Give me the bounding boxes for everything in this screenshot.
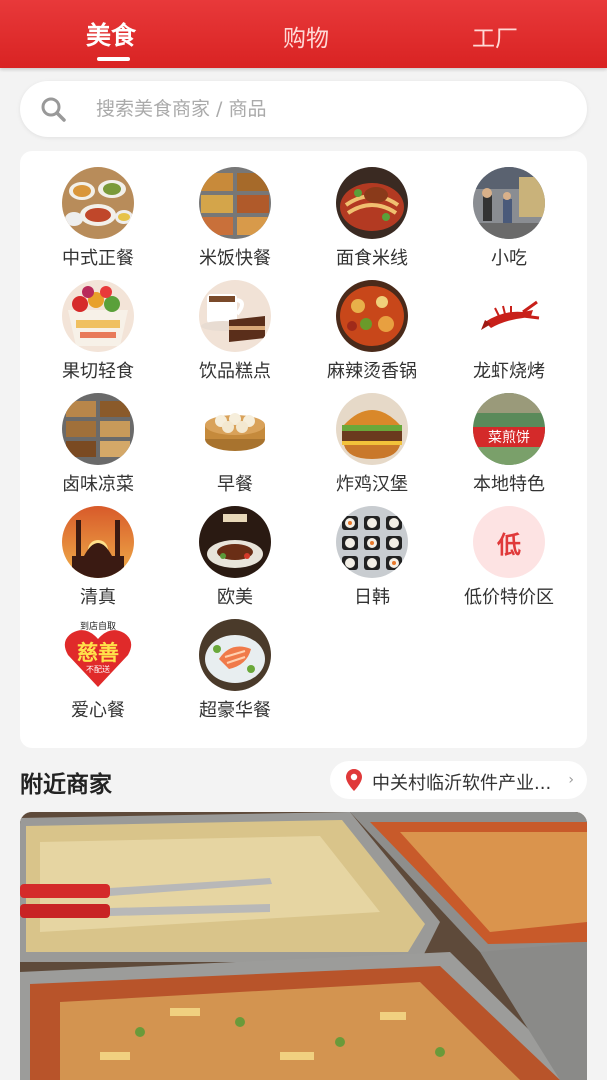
svg-text:菜煎饼: 菜煎饼 (488, 430, 530, 446)
category-local-specialty[interactable]: 菜煎饼 本地特色 (440, 393, 578, 505)
coffee-cake-image (199, 280, 271, 352)
category-label: 清真 (80, 587, 116, 608)
sushi-image (336, 506, 408, 578)
burger-image (336, 393, 408, 465)
chinese-banquet-image (62, 167, 134, 239)
category-label: 饮品糕点 (199, 361, 271, 382)
active-tab-indicator (97, 57, 130, 61)
charity-badge-top: 到店自取 (79, 622, 116, 632)
category-label: 果切轻食 (62, 361, 134, 382)
location-selector[interactable]: 中关村临沂软件产业... › (330, 761, 587, 799)
category-fried-chicken-burger[interactable]: 炸鸡汉堡 (303, 393, 441, 505)
charity-badge-main: 慈善 (77, 641, 119, 665)
category-low-price-zone[interactable]: 低 低价特价区 (440, 506, 578, 618)
category-label: 米饭快餐 (199, 248, 271, 269)
category-drinks-pastry[interactable]: 饮品糕点 (166, 280, 304, 392)
location-text: 中关村临沂软件产业... (372, 773, 552, 794)
nearby-merchants-title: 附近商家 (20, 772, 112, 798)
category-label: 早餐 (217, 474, 253, 495)
snack-market-image (473, 167, 545, 239)
chevron-right-icon: › (568, 772, 574, 788)
category-label: 中式正餐 (62, 248, 134, 269)
tab-food[interactable]: 美食 (86, 16, 136, 52)
category-label: 日韩 (354, 587, 390, 608)
category-label: 本地特色 (473, 474, 545, 495)
spicy-pot-image (336, 280, 408, 352)
low-price-badge-text: 低 (497, 530, 521, 559)
category-deluxe-meal[interactable]: 超豪华餐 (166, 619, 304, 731)
dumpling-steamer-image (199, 393, 271, 465)
category-label: 低价特价区 (464, 587, 554, 608)
salmon-plate-image (199, 619, 271, 691)
category-label: 欧美 (217, 587, 253, 608)
category-western[interactable]: 欧美 (166, 506, 304, 618)
location-pin-icon (346, 769, 362, 791)
category-halal[interactable]: 清真 (29, 506, 167, 618)
category-label: 小吃 (491, 248, 527, 269)
category-noodles[interactable]: 面食米线 (303, 167, 441, 279)
charity-heart-badge: 到店自取 慈善 不配送 (62, 619, 134, 691)
category-label: 炸鸡汉堡 (336, 474, 408, 495)
local-shop-sign-image: 菜煎饼 (473, 393, 545, 465)
crayfish-image (473, 280, 545, 352)
category-japanese-korean[interactable]: 日韩 (303, 506, 441, 618)
category-snacks[interactable]: 小吃 (440, 167, 578, 279)
category-chinese-meal[interactable]: 中式正餐 (29, 167, 167, 279)
category-label: 面食米线 (336, 248, 408, 269)
cold-dishes-image (62, 393, 134, 465)
tab-shopping[interactable]: 购物 (283, 19, 329, 53)
tab-factory[interactable]: 工厂 (472, 19, 518, 53)
category-charity-meal[interactable]: 到店自取 慈善 不配送 爱心餐 (29, 619, 167, 731)
category-label: 麻辣烫香锅 (327, 361, 417, 382)
charity-badge-bottom: 不配送 (86, 665, 110, 674)
search-icon (41, 97, 66, 122)
top-tab-bar: 美食 购物 工厂 (0, 0, 607, 68)
category-grid: 中式正餐 米饭快餐 面食米线 小吃 果切轻食 饮品糕点 麻辣烫香锅 龙虾烧烤 卤… (20, 151, 587, 748)
western-steak-image (199, 506, 271, 578)
merchant-cover-image[interactable] (20, 812, 587, 1080)
search-input[interactable] (96, 93, 566, 125)
category-spicy-hotpot[interactable]: 麻辣烫香锅 (303, 280, 441, 392)
category-rice-fast-food[interactable]: 米饭快餐 (166, 167, 304, 279)
category-label: 爱心餐 (71, 700, 125, 721)
category-label: 龙虾烧烤 (473, 361, 545, 382)
category-crayfish-bbq[interactable]: 龙虾烧烤 (440, 280, 578, 392)
fast-food-trays-image (199, 167, 271, 239)
fruit-cup-image (62, 280, 134, 352)
low-price-badge: 低 (473, 506, 545, 578)
category-breakfast[interactable]: 早餐 (166, 393, 304, 505)
mosque-image (62, 506, 134, 578)
search-bar[interactable] (20, 81, 587, 137)
category-label: 超豪华餐 (199, 700, 271, 721)
noodles-image (336, 167, 408, 239)
category-fruit-light-meal[interactable]: 果切轻食 (29, 280, 167, 392)
category-braised-cold-dishes[interactable]: 卤味凉菜 (29, 393, 167, 505)
category-label: 卤味凉菜 (62, 474, 134, 495)
